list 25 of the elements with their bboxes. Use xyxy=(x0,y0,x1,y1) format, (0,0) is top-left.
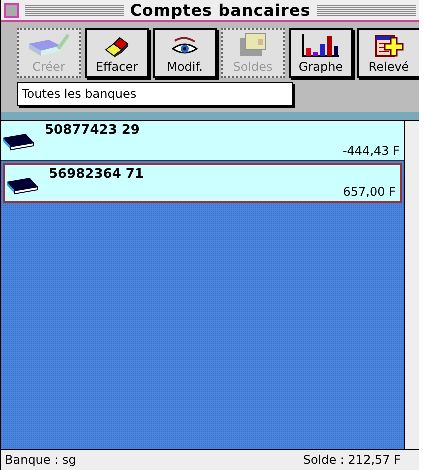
toolbar-button[interactable]: Modif. xyxy=(153,28,217,78)
safe-icon xyxy=(238,32,268,58)
title-bar-stripes[interactable] xyxy=(25,4,124,16)
account-row[interactable]: 50877423 29 -444,43 F xyxy=(1,121,404,161)
title-bar-stripes[interactable] xyxy=(316,4,416,16)
bar-chart-icon xyxy=(301,34,341,58)
account-balance: -444,43 F xyxy=(342,144,400,158)
close-box[interactable] xyxy=(4,2,19,18)
book-icon xyxy=(2,131,36,151)
window-title: Comptes bancaires xyxy=(130,0,311,20)
tray-pencil-icon xyxy=(27,32,71,58)
account-balance: 657,00 F xyxy=(343,185,396,199)
account-number: 56982364 71 xyxy=(49,166,144,182)
account-row[interactable]: 56982364 71 657,00 F xyxy=(3,163,402,203)
bank-filter-field[interactable]: Toutes les banques xyxy=(17,82,293,106)
toolbar-button[interactable]: Relevé xyxy=(357,28,419,78)
toolbar-button[interactable]: Graphe xyxy=(289,28,353,78)
account-number: 50877423 29 xyxy=(45,122,140,138)
book-icon xyxy=(6,175,40,195)
scrollbar[interactable] xyxy=(404,121,419,449)
total-balance: Solde : 212,57 F xyxy=(303,453,401,467)
bank-label: Banque : sg xyxy=(5,453,76,467)
document-plus-icon xyxy=(374,34,404,58)
toolbar-button[interactable]: Effacer xyxy=(85,28,149,78)
eraser-icon xyxy=(104,36,130,58)
